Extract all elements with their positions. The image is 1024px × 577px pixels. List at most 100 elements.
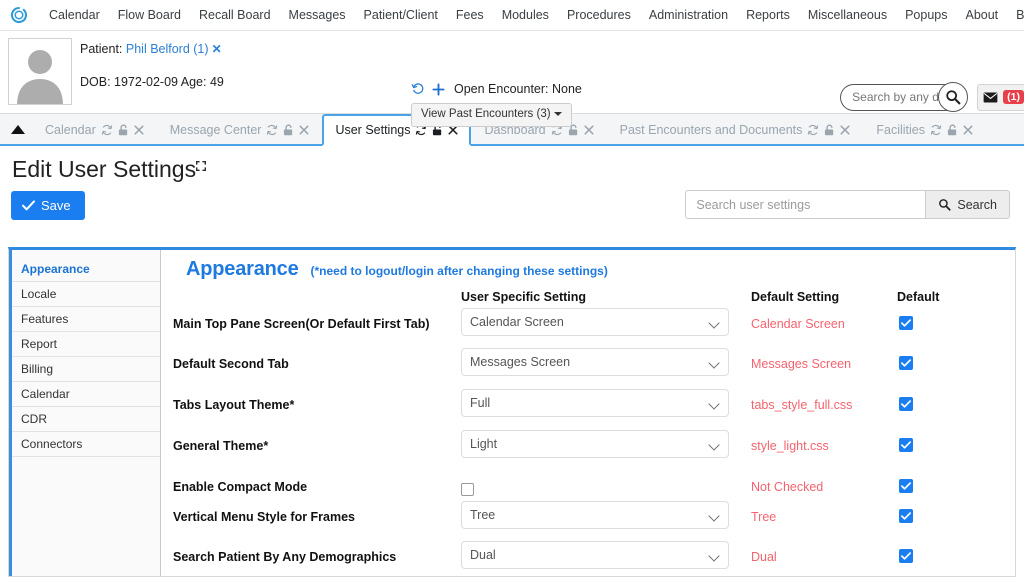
default-checkbox[interactable] — [899, 549, 913, 563]
tab-label: Message Center — [169, 123, 262, 137]
select-wrapper: Full — [461, 389, 729, 417]
setting-select[interactable]: Dual — [461, 541, 729, 569]
tab-close-icon[interactable] — [299, 125, 309, 135]
tab-refresh-icon[interactable] — [930, 124, 942, 136]
tab-unlocked-padlock-icon[interactable] — [947, 124, 958, 136]
move-arrows-icon[interactable] — [194, 159, 208, 173]
plus-icon[interactable] — [432, 82, 445, 96]
tab-label: Past Encounters and Documents — [619, 123, 803, 137]
tab-refresh-icon[interactable] — [101, 124, 113, 136]
encounter-row: Open Encounter: None — [411, 82, 582, 96]
global-search-input[interactable] — [840, 83, 953, 111]
default-checkbox[interactable] — [899, 397, 913, 411]
check-icon — [22, 200, 35, 211]
nav-item-flow-board[interactable]: Flow Board — [109, 0, 190, 31]
tab-close-icon[interactable] — [840, 125, 850, 135]
tab-close-icon[interactable] — [963, 125, 973, 135]
sidebar-item-connectors[interactable]: Connectors — [12, 432, 160, 457]
history-clock-icon[interactable] — [411, 82, 425, 96]
setting-select[interactable]: Messages Screen — [461, 348, 729, 376]
setting-select[interactable]: Light — [461, 430, 729, 458]
save-button[interactable]: Save — [11, 191, 85, 220]
triangle-up-icon[interactable] — [4, 114, 32, 144]
view-past-encounters-button[interactable]: View Past Encounters (3) — [411, 103, 572, 127]
settings-grid: User Specific Setting Default Setting De… — [161, 290, 1015, 576]
sidebar-item-appearance[interactable]: Appearance — [12, 257, 160, 282]
select-wrapper: Dual — [461, 541, 729, 569]
nav-item-messages[interactable]: Messages — [280, 0, 355, 31]
table-row: Tabs Layout Theme* Full tabs_style_full.cs… — [161, 389, 1015, 430]
default-checkbox-cell — [899, 356, 913, 370]
sidebar-item-billing[interactable]: Billing — [12, 357, 160, 382]
patient-close-icon[interactable]: ✕ — [212, 42, 222, 56]
column-header-default: Default — [897, 290, 940, 304]
tab-unlocked-padlock-icon[interactable] — [824, 124, 835, 136]
top-navigation-bar: Calendar Flow Board Recall Board Messages Pa… — [0, 0, 1024, 31]
setting-control: Full — [461, 389, 729, 417]
nav-item-administration[interactable]: Administration — [640, 0, 737, 31]
patient-avatar[interactable] — [8, 38, 72, 105]
default-checkbox[interactable] — [899, 438, 913, 452]
default-checkbox[interactable] — [899, 356, 913, 370]
tab-calendar[interactable]: Calendar — [32, 114, 157, 144]
setting-label: Vertical Menu Style for Frames — [173, 510, 356, 524]
global-search-button[interactable] — [938, 82, 969, 112]
settings-search-group: Search — [685, 190, 1010, 219]
nav-item-billy-smith[interactable]: Billy Smith — [1007, 0, 1024, 31]
tab-unlocked-padlock-icon[interactable] — [283, 124, 294, 136]
mail-unread-badge: (1) — [1003, 90, 1024, 104]
sidebar-item-locale[interactable]: Locale — [12, 282, 160, 307]
nav-item-miscellaneous[interactable]: Miscellaneous — [799, 0, 896, 31]
column-header-user-specific: User Specific Setting — [461, 290, 587, 304]
tab-refresh-icon[interactable] — [266, 124, 278, 136]
sidebar-item-features[interactable]: Features — [12, 307, 160, 332]
settings-content: Appearance (*need to logout/login after … — [161, 250, 1015, 576]
nav-item-procedures[interactable]: Procedures — [558, 0, 640, 31]
sidebar-item-calendar[interactable]: Calendar — [12, 382, 160, 407]
tab-close-icon[interactable] — [584, 125, 594, 135]
default-checkbox[interactable] — [899, 509, 913, 523]
chevron-down-icon — [553, 111, 562, 116]
default-checkbox[interactable] — [899, 479, 913, 493]
tab-message-center[interactable]: Message Center — [157, 114, 323, 144]
messages-mail-button[interactable]: (1) — [977, 83, 1024, 111]
patient-name-link[interactable]: Phil Belford (1) — [126, 42, 209, 56]
nav-item-about[interactable]: About — [956, 0, 1007, 31]
tab-past-encounters-and-documents[interactable]: Past Encounters and Documents — [607, 114, 864, 144]
settings-search-button-label: Search — [957, 197, 997, 212]
setting-select[interactable]: Tree — [461, 501, 729, 529]
default-checkbox[interactable] — [899, 316, 913, 330]
global-search-group: (1) — [840, 82, 1024, 112]
nav-item-reports[interactable]: Reports — [737, 0, 799, 31]
openemr-ring-logo-icon[interactable] — [10, 6, 28, 24]
nav-item-patient-client[interactable]: Patient/Client — [355, 0, 447, 31]
sidebar-item-report[interactable]: Report — [12, 332, 160, 357]
tab-facilities[interactable]: Facilities — [863, 114, 986, 144]
setting-select[interactable]: Calendar Screen — [461, 308, 729, 336]
settings-search-input[interactable] — [685, 190, 926, 219]
search-icon — [946, 90, 961, 105]
tab-label: User Settings — [335, 123, 411, 137]
tab-close-icon[interactable] — [134, 125, 144, 135]
default-checkbox-cell — [899, 479, 913, 493]
tab-unlocked-padlock-icon[interactable] — [118, 124, 129, 136]
settings-search-button[interactable]: Search — [925, 190, 1010, 219]
nav-item-fees[interactable]: Fees — [447, 0, 493, 31]
tab-refresh-icon[interactable] — [807, 124, 819, 136]
settings-category-sidebar: Appearance Locale Features Report Billing Cal… — [9, 250, 161, 576]
view-past-encounters-label: View Past Encounters (3) — [421, 108, 551, 120]
nav-item-recall-board[interactable]: Recall Board — [190, 0, 280, 31]
nav-item-calendar[interactable]: Calendar — [40, 0, 109, 31]
setting-control — [461, 483, 729, 501]
setting-select[interactable]: Full — [461, 389, 729, 417]
nav-item-modules[interactable]: Modules — [493, 0, 558, 31]
default-checkbox-cell — [899, 509, 913, 523]
patient-dob-line: DOB: 1972-02-09 Age: 49 — [80, 75, 224, 89]
setting-control: Tree — [461, 501, 729, 529]
setting-checkbox[interactable] — [461, 483, 474, 496]
setting-label: General Theme* — [173, 439, 269, 453]
default-checkbox-cell — [899, 549, 913, 563]
section-note: (*need to logout/login after changing th… — [310, 264, 608, 278]
sidebar-item-cdr[interactable]: CDR — [12, 407, 160, 432]
nav-item-popups[interactable]: Popups — [896, 0, 956, 31]
